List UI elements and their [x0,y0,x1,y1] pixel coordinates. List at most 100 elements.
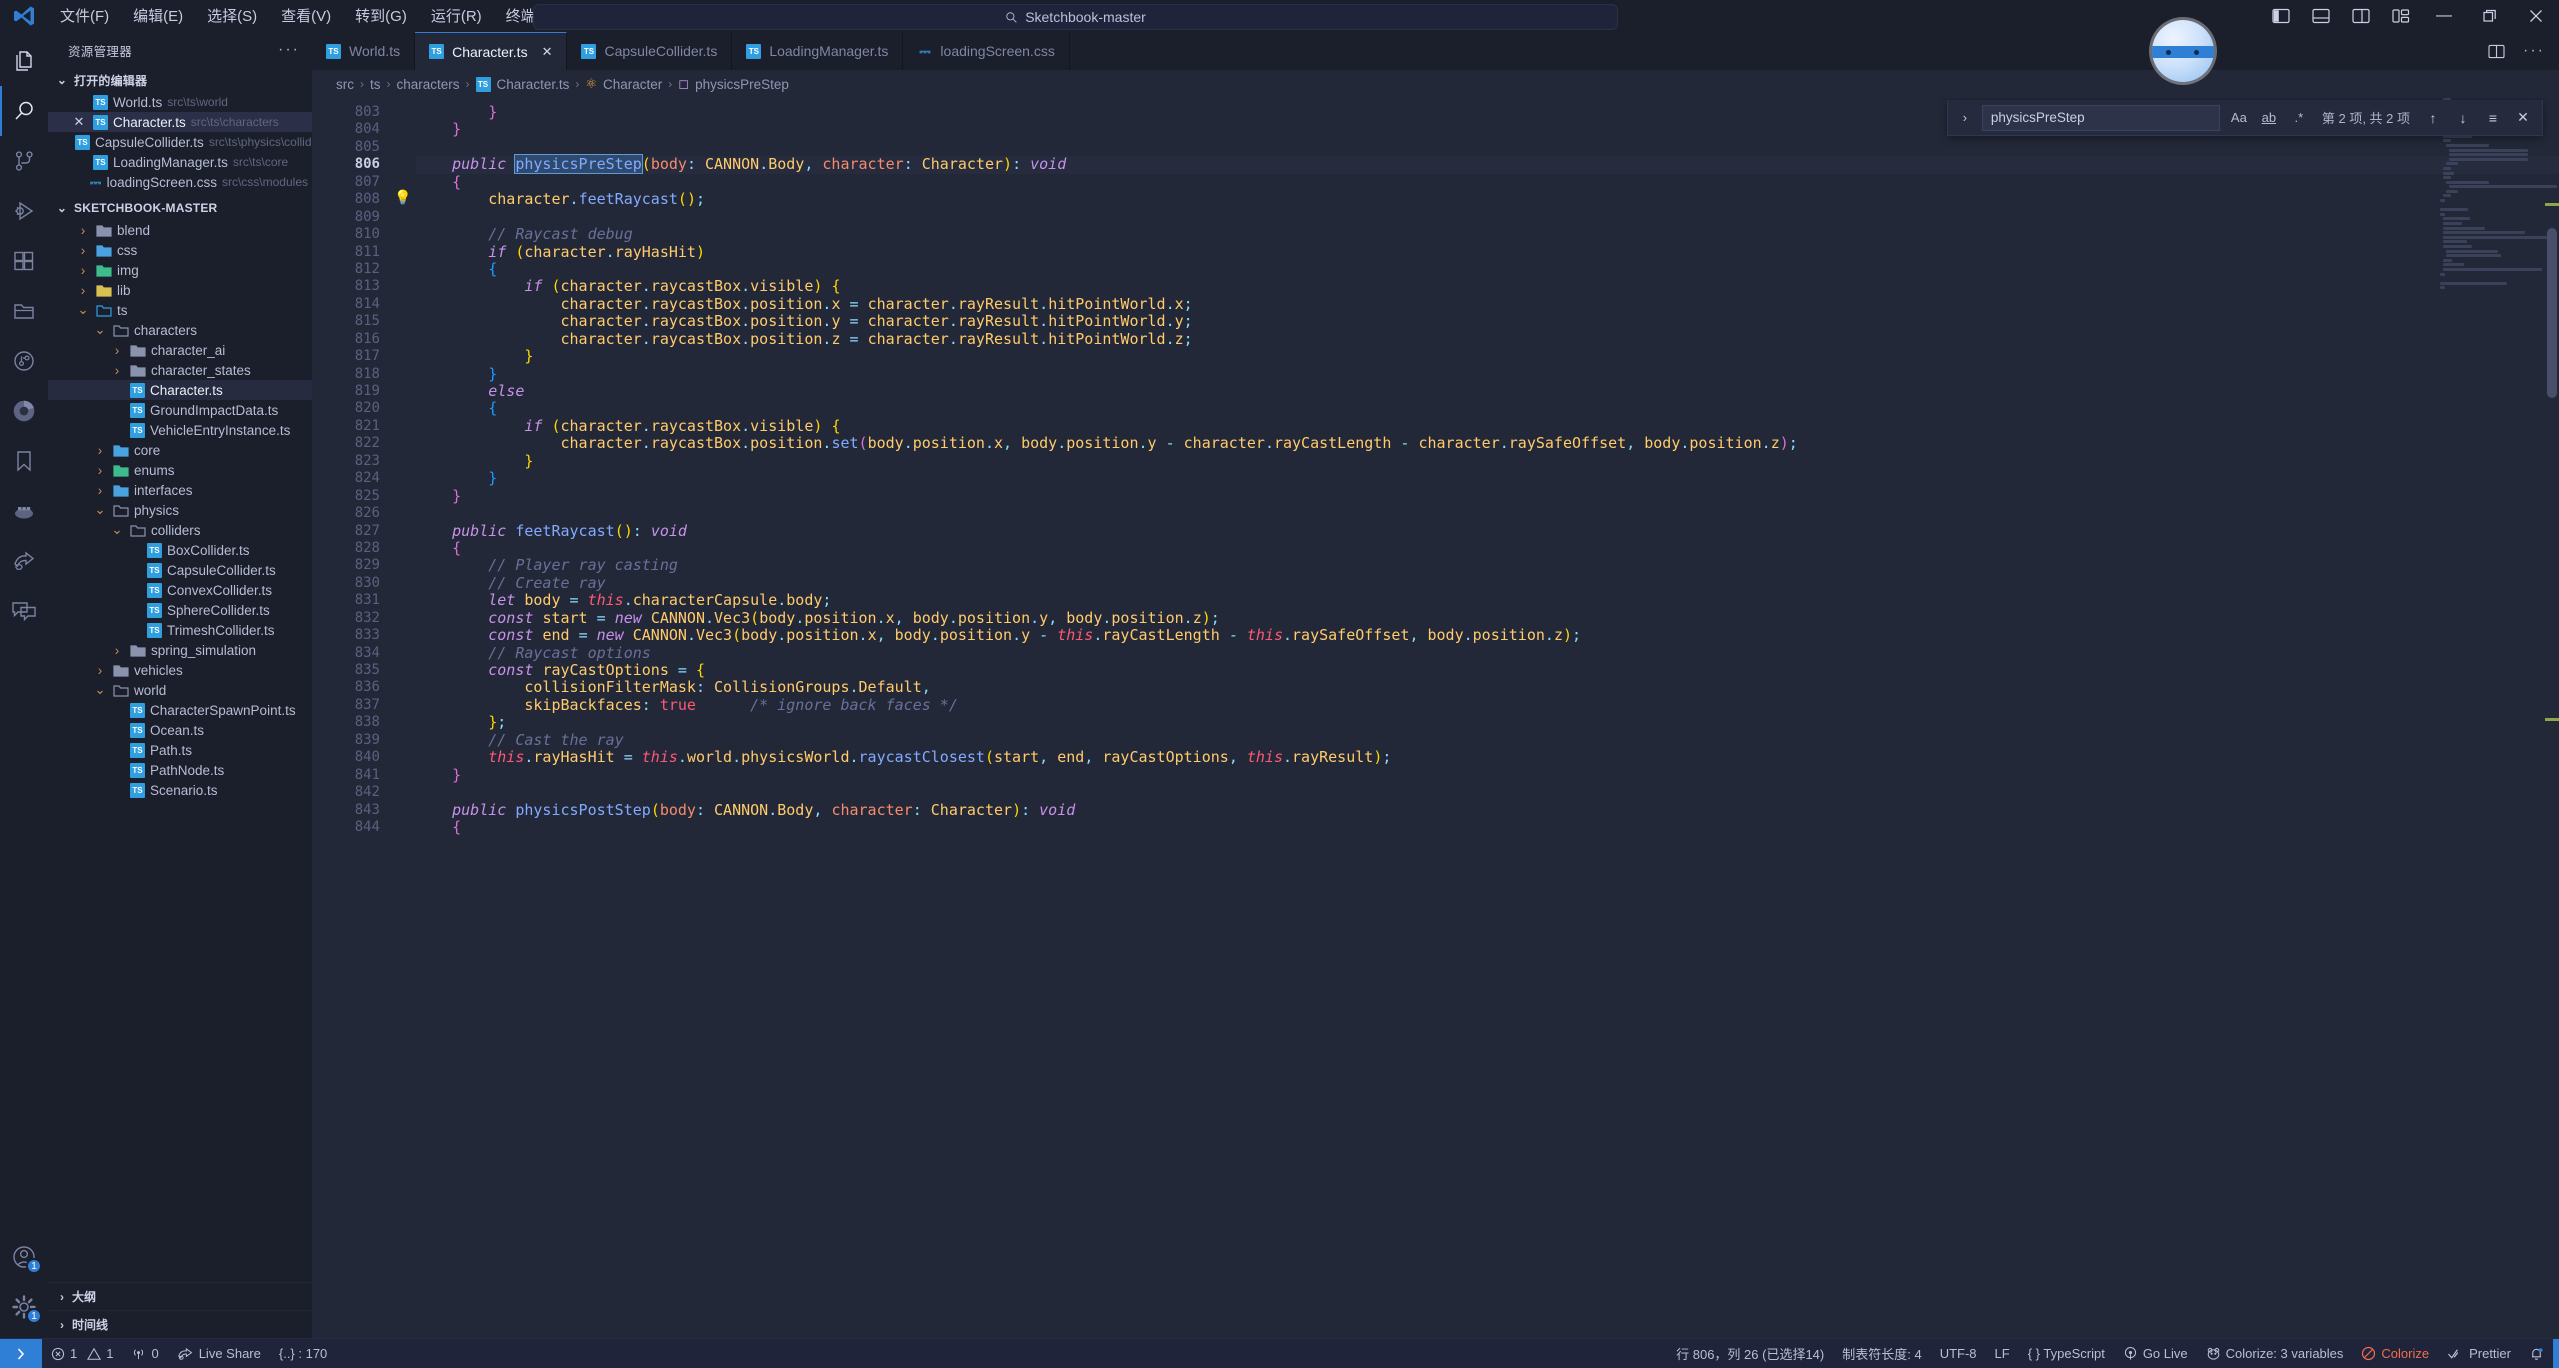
sidebar-item-extensions[interactable] [0,236,48,286]
accounts-button[interactable]: 1 [0,1232,48,1282]
close-icon[interactable]: ✕ [542,44,553,60]
tree-folder[interactable]: › character_states [48,360,312,380]
tree-file[interactable]: TS BoxCollider.ts [48,540,312,560]
tree-folder[interactable]: › img [48,260,312,280]
open-editor-item[interactable]: ⎓ loadingScreen.css src\css\modules [48,172,312,192]
status-indentation[interactable]: 制表符长度: 4 [1833,1339,1930,1368]
find-in-selection-icon[interactable]: ≡ [2482,110,2504,126]
tree-folder[interactable]: › interfaces [48,480,312,500]
tree-folder[interactable]: ⌄ physics [48,500,312,520]
split-editor-right-icon[interactable] [2488,44,2505,59]
tree-folder[interactable]: › spring_simulation [48,640,312,660]
tree-folder[interactable]: › lib [48,280,312,300]
workspace-section-header[interactable]: ⌄ SKETCHBOOK-MASTER [48,196,312,220]
customize-layout-icon[interactable] [2381,0,2421,32]
maximize-button[interactable] [2467,0,2513,32]
sidebar-item-git-graph[interactable] [0,336,48,386]
tree-file[interactable]: TS CharacterSpawnPoint.ts [48,700,312,720]
tree-file[interactable]: TS CapsuleCollider.ts [48,560,312,580]
tree-file[interactable]: TS SphereCollider.ts [48,600,312,620]
minimize-button[interactable]: — [2421,0,2467,32]
breadcrumb-src[interactable]: src [336,77,354,92]
timeline-section-header[interactable]: › 时间线 [48,1310,312,1338]
lightbulb-icon[interactable]: 💡 [394,190,411,206]
breadcrumb-file[interactable]: Character.ts [497,77,570,92]
tree-folder[interactable]: › core [48,440,312,460]
code-editor[interactable]: 803 804 805 806 807 808 809 810 811 812 813 814 815 8… [312,98,2559,1338]
menu-go[interactable]: 转到(G) [343,0,419,32]
editor-tab[interactable]: ⎓ loadingScreen.css [903,32,1070,70]
close-icon[interactable]: ✕ [70,114,88,130]
status-notifications[interactable] [2520,1339,2553,1368]
remote-host-button[interactable] [0,1338,42,1368]
tree-folder[interactable]: ⌄ ts [48,300,312,320]
menu-file[interactable]: 文件(F) [48,0,121,32]
open-editor-item[interactable]: TS LoadingManager.ts src\ts\core [48,152,312,172]
match-case-icon[interactable]: Aa [2228,110,2250,125]
sidebar-item-run-and-debug[interactable] [0,186,48,236]
editor-tab[interactable]: TS CapsuleCollider.ts [567,32,733,70]
status-bracket-pair[interactable]: {..} : 170 [270,1339,336,1368]
find-previous-icon[interactable]: ↑ [2422,110,2444,126]
sidebar-item-browser-preview[interactable] [0,386,48,436]
tree-file[interactable]: TS Ocean.ts [48,720,312,740]
open-editor-item[interactable]: ✕ TS Character.ts src\ts\characters [48,112,312,132]
status-prettier[interactable]: Prettier [2438,1339,2520,1368]
scrollbar-thumb[interactable] [2547,228,2557,398]
use-regex-icon[interactable]: .* [2288,110,2310,125]
status-colorize-variables[interactable]: Colorize: 3 variables [2197,1339,2353,1368]
quick-input-box[interactable]: Sketchbook-master [533,4,1618,30]
status-problems[interactable]: 1 1 [42,1339,122,1368]
status-encoding[interactable]: UTF-8 [1931,1339,1986,1368]
command-center[interactable]: Sketchbook-master [533,4,1618,30]
status-cursor-position[interactable]: 行 806，列 26 (已选择14) [1667,1339,1833,1368]
menu-edit[interactable]: 编辑(E) [121,0,195,32]
tree-file[interactable]: TS ConvexCollider.ts [48,580,312,600]
tree-file[interactable]: TS GroundImpactData.ts [48,400,312,420]
status-live-share[interactable]: Live Share [168,1339,270,1368]
breadcrumb-class[interactable]: Character [603,77,662,92]
breadcrumb-ts[interactable]: ts [370,77,381,92]
status-go-live[interactable]: Go Live [2114,1339,2197,1368]
sidebar-item-bookmarks[interactable] [0,436,48,486]
tree-file[interactable]: TS TrimeshCollider.ts [48,620,312,640]
settings-button[interactable]: 1 [0,1282,48,1332]
open-editors-section-header[interactable]: ⌄ 打开的编辑器 [48,68,312,92]
find-next-icon[interactable]: ↓ [2452,110,2474,126]
tree-folder[interactable]: › blend [48,220,312,240]
find-widget[interactable]: › physicsPreStep Aa ab .* 第 2 项, 共 2 项 ↑… [1946,100,2543,136]
whole-word-icon[interactable]: ab [2258,110,2280,125]
menu-view[interactable]: 查看(V) [269,0,343,32]
status-eol[interactable]: LF [1986,1339,2019,1368]
tree-folder[interactable]: ⌄ colliders [48,520,312,540]
tree-folder[interactable]: › character_ai [48,340,312,360]
tree-folder[interactable]: › enums [48,460,312,480]
open-editor-item[interactable]: TS CapsuleCollider.ts src\ts\physics\colli… [48,132,328,152]
status-colorize-toggle[interactable]: Colorize [2352,1339,2438,1368]
editor-tab[interactable]: TS LoadingManager.ts [732,32,904,70]
sidebar-item-source-control[interactable] [0,136,48,186]
sidebar-item-live-share[interactable] [0,536,48,586]
tree-folder[interactable]: ⌄ world [48,680,312,700]
sidebar-item-docker[interactable] [0,486,48,536]
close-button[interactable] [2513,0,2559,32]
menu-run[interactable]: 运行(R) [419,0,494,32]
editor-scrollbar[interactable] [2545,98,2559,1338]
toggle-panel-icon[interactable] [2301,0,2341,32]
tree-file[interactable]: TS Character.ts [48,380,312,400]
tree-file[interactable]: TS PathNode.ts [48,760,312,780]
tree-file[interactable]: TS Path.ts [48,740,312,760]
status-ports[interactable]: 0 [122,1339,167,1368]
status-language-mode[interactable]: { } TypeScript [2019,1339,2114,1368]
editor-tab[interactable]: TS World.ts [312,32,416,70]
breadcrumb-method[interactable]: physicsPreStep [695,77,789,92]
tree-file[interactable]: TS VehicleEntryInstance.ts [48,420,312,440]
outline-section-header[interactable]: › 大纲 [48,1282,312,1310]
code-lines[interactable]: } } public physicsPreStep(body: CANNON.B… [416,98,2559,1338]
sidebar-item-explorer[interactable] [0,36,48,86]
tree-folder[interactable]: › vehicles [48,660,312,680]
tree-file[interactable]: TS Scenario.ts [48,780,312,800]
toggle-secondary-sidebar-icon[interactable] [2341,0,2381,32]
breadcrumb-characters[interactable]: characters [397,77,460,92]
menu-selection[interactable]: 选择(S) [195,0,269,32]
